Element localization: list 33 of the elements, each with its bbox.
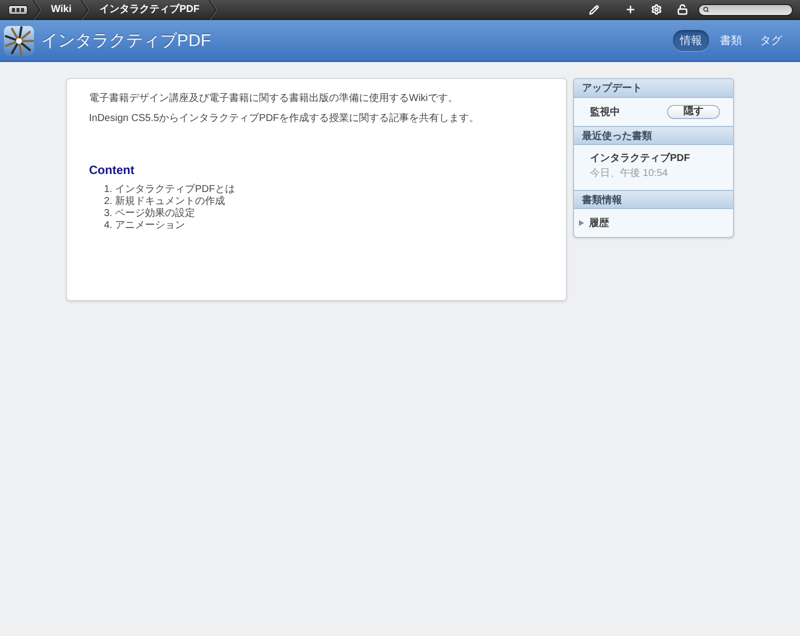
pencil-icon[interactable]	[589, 4, 599, 14]
search-icon	[703, 6, 709, 13]
list-item-text: インタラクティブPDFとは	[115, 184, 235, 196]
list-number: 4.	[104, 220, 114, 232]
plus-icon[interactable]	[625, 4, 636, 15]
list-item-text: 新規ドキュメントの作成	[115, 196, 225, 208]
content-heading: Content	[89, 163, 134, 177]
section-header: アップデート	[574, 79, 733, 98]
section-header: 最近使った書類	[574, 126, 733, 145]
list-number: 3.	[104, 208, 114, 220]
dots-icon	[12, 8, 24, 12]
breadcrumb-link[interactable]: インタラクティブPDF	[93, 0, 206, 20]
section-header: 書類情報	[574, 190, 733, 209]
search-field[interactable]	[698, 4, 793, 16]
description-text: InDesign CS5.5からインタラクティブPDFを作成する授業に関する記事を共有します。	[89, 113, 480, 125]
list-number: 2.	[104, 196, 114, 208]
list-item-text: ページ効果の設定	[115, 208, 195, 220]
menu-button[interactable]	[8, 4, 28, 14]
document-time: 今日、午後 10:54	[590, 167, 669, 180]
disclosure-triangle-icon[interactable]	[579, 220, 584, 226]
wiki-title: インタラクティブPDF	[41, 30, 211, 52]
breadcrumb-link[interactable]: Wiki	[45, 0, 78, 20]
app-logo-icon	[4, 26, 34, 56]
description-text: 電子書籍デザイン講座及び電子書籍に関する書籍出版の準備に使用するWikiです。	[89, 93, 459, 105]
gear-icon[interactable]	[651, 4, 662, 15]
padlock-icon[interactable]	[677, 4, 688, 15]
list-number: 1.	[104, 184, 114, 196]
recent-document-link[interactable]: インタラクティブPDF	[590, 151, 717, 165]
list-item-text: アニメーション	[115, 220, 185, 232]
hide-button[interactable]: 隠す	[667, 105, 720, 119]
tab[interactable]: 情報	[673, 30, 709, 51]
watch-label: 監視中	[590, 106, 620, 119]
history-link[interactable]: 履歴	[589, 216, 609, 230]
